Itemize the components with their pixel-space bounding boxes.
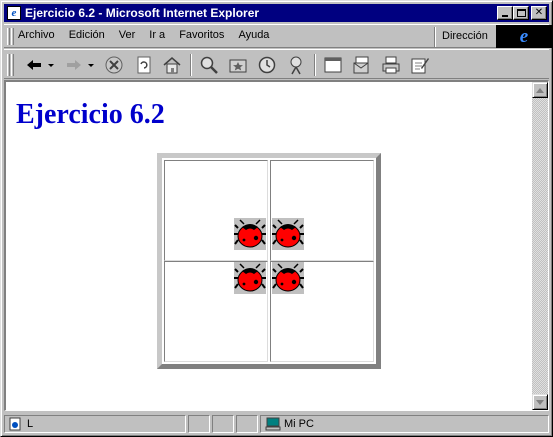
image-table bbox=[157, 153, 381, 369]
stop-button[interactable] bbox=[102, 54, 126, 76]
address-label[interactable]: Dirección bbox=[442, 30, 488, 42]
window-title: Ejercicio 6.2 - Microsoft Internet Explo… bbox=[25, 6, 260, 20]
content-frame: Ejercicio 6.2 bbox=[4, 80, 549, 411]
history-button[interactable] bbox=[255, 54, 279, 76]
stop-icon bbox=[105, 56, 123, 74]
menu-bar: Archivo Edición Ver Ir a Favoritos Ayuda… bbox=[4, 24, 552, 48]
window-controls: ✕ bbox=[497, 6, 547, 20]
search-icon bbox=[200, 56, 218, 74]
forward-button[interactable] bbox=[62, 54, 98, 76]
browser-window: e Ejercicio 6.2 - Microsoft Internet Exp… bbox=[0, 0, 553, 437]
menu-ayuda[interactable]: Ayuda bbox=[238, 29, 269, 41]
menu-grip[interactable] bbox=[7, 28, 10, 45]
status-bar: L Mi PC bbox=[4, 414, 549, 434]
print-icon bbox=[382, 56, 400, 74]
minimize-icon bbox=[502, 15, 508, 17]
scroll-down-button[interactable] bbox=[532, 394, 548, 410]
menu-edicion[interactable]: Edición bbox=[69, 29, 105, 41]
fullscreen-button[interactable] bbox=[321, 54, 345, 76]
favorites-icon bbox=[229, 59, 247, 73]
ie-page-icon: e bbox=[7, 6, 21, 20]
toolbar-separator bbox=[190, 54, 192, 76]
status-pane-1 bbox=[188, 415, 210, 433]
channels-button[interactable] bbox=[284, 54, 308, 76]
menu-items: Archivo Edición Ver Ir a Favoritos Ayuda bbox=[18, 29, 283, 41]
close-button[interactable]: ✕ bbox=[531, 6, 547, 20]
toolbar-grip[interactable] bbox=[7, 54, 10, 76]
menu-favoritos[interactable]: Favoritos bbox=[179, 29, 224, 41]
page-status-icon bbox=[9, 417, 21, 431]
maximize-icon bbox=[517, 9, 526, 17]
back-button[interactable] bbox=[22, 54, 58, 76]
mail-icon bbox=[353, 56, 369, 74]
status-text-pane: L bbox=[4, 415, 186, 433]
scroll-down-icon bbox=[536, 399, 544, 405]
edit-button[interactable] bbox=[408, 54, 432, 76]
toolbar bbox=[4, 49, 549, 79]
scroll-up-button[interactable] bbox=[532, 82, 548, 98]
close-icon: ✕ bbox=[534, 7, 544, 18]
zone-label: Mi PC bbox=[284, 418, 314, 430]
home-button[interactable] bbox=[160, 54, 184, 76]
zone-pane: Mi PC bbox=[260, 415, 549, 433]
menu-separator bbox=[434, 27, 436, 47]
print-button[interactable] bbox=[379, 54, 403, 76]
channels-icon bbox=[290, 56, 302, 75]
status-pane-3 bbox=[236, 415, 258, 433]
ie-logo: e bbox=[496, 25, 552, 48]
mail-button[interactable] bbox=[350, 54, 374, 76]
menu-grip-2 bbox=[11, 28, 14, 45]
back-icon bbox=[27, 60, 54, 70]
menu-ver[interactable]: Ver bbox=[119, 29, 136, 41]
ladybug-image-bottom-right bbox=[272, 262, 304, 294]
status-text: L bbox=[27, 418, 34, 430]
toolbar-separator-2 bbox=[314, 54, 316, 76]
toolbar-grip-2 bbox=[11, 54, 14, 76]
ladybug-image-bottom-left bbox=[234, 262, 266, 294]
history-icon bbox=[258, 56, 276, 74]
ladybug-image-top-right bbox=[272, 218, 304, 250]
refresh-button[interactable] bbox=[132, 54, 156, 76]
menu-ir-a[interactable]: Ir a bbox=[149, 29, 165, 41]
maximize-button[interactable] bbox=[513, 6, 529, 20]
refresh-icon bbox=[137, 56, 151, 74]
minimize-button[interactable] bbox=[497, 6, 513, 20]
home-icon bbox=[163, 57, 181, 74]
fullscreen-icon bbox=[324, 57, 342, 73]
my-computer-icon bbox=[265, 417, 281, 431]
title-bar[interactable]: e Ejercicio 6.2 - Microsoft Internet Exp… bbox=[4, 4, 549, 22]
search-button[interactable] bbox=[197, 54, 221, 76]
edit-icon bbox=[411, 58, 429, 74]
forward-icon bbox=[67, 60, 94, 70]
scroll-up-icon bbox=[536, 87, 544, 93]
vertical-scrollbar[interactable] bbox=[532, 82, 548, 410]
page-title: Ejercicio 6.2 bbox=[16, 99, 165, 130]
favorites-button[interactable] bbox=[226, 54, 250, 76]
ladybug-image-top-left bbox=[234, 218, 266, 250]
status-pane-2 bbox=[212, 415, 234, 433]
page-content[interactable]: Ejercicio 6.2 bbox=[6, 82, 532, 410]
menu-archivo[interactable]: Archivo bbox=[18, 29, 55, 41]
